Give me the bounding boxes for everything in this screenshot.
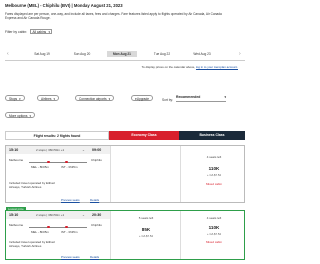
stop-2-label: IST - 3h35m xyxy=(61,230,78,234)
sort-label: Sort by: xyxy=(162,98,173,102)
route-line xyxy=(29,227,87,228)
eupgrade-label: eUpgrade xyxy=(135,97,149,101)
business-fare-cell[interactable]: 4 seats left 110K + CA $7.54 Mixed cabin xyxy=(180,146,247,202)
flight-results-header: Flight results: 2 flights found xyxy=(5,131,109,140)
route-diagram: Melbourne Chiphilu MEL - 8h05m IST - 3h3… xyxy=(9,158,107,170)
preview-seats-link[interactable]: Preview seats xyxy=(61,198,80,202)
departure-time: 15:10 xyxy=(9,213,19,217)
chevron-down-icon: ▾ xyxy=(108,97,111,101)
economy-price: 85K xyxy=(141,227,151,232)
next-dates-icon[interactable]: › xyxy=(239,51,241,57)
eupgrade-chip[interactable]: eUpgrade xyxy=(131,95,153,101)
seats-left: 4 seats left xyxy=(206,155,222,159)
details-link[interactable]: Details xyxy=(90,255,99,259)
business-class-header[interactable]: Business Class xyxy=(179,131,245,140)
sort-select[interactable]: Recommended ▾ xyxy=(176,94,226,102)
chevron-down-icon: ▾ xyxy=(224,95,226,99)
cabin-filter-select[interactable]: All cabins ▾ xyxy=(30,29,52,34)
prev-dates-icon[interactable]: ‹ xyxy=(7,51,9,57)
airlines-filter-label: Airlines xyxy=(41,97,52,101)
stops-duration: 2 stops | 36hr50m +1 xyxy=(36,213,65,218)
origin-city: Melbourne xyxy=(9,158,24,162)
economy-fare-cell[interactable]: 5 seats left 85K + CA $7.54 xyxy=(110,211,181,259)
date-tab-3[interactable]: Tue Aug 22 xyxy=(147,51,177,57)
connection-airports-label: Connection airports xyxy=(79,97,107,101)
date-strip: ‹ Sat Aug 19 Sun Aug 20 Mon Aug 21 Tue A… xyxy=(5,49,245,61)
destination-city: Chiphilu xyxy=(91,158,102,162)
route-diagram: Melbourne Chiphilu MEL - 8h05m IST - 3h3… xyxy=(9,223,107,235)
economy-fare-cell xyxy=(110,146,181,202)
connection-airports-chip[interactable]: Connection airports ▾ xyxy=(75,95,115,101)
chevron-down-icon: ▾ xyxy=(29,114,31,118)
flight-card: Lowest price 15:10 2 stops | 36hr50m +1 … xyxy=(5,207,247,260)
date-tab-0[interactable]: Sat Aug 19 xyxy=(27,51,57,57)
sort-value: Recommended xyxy=(176,95,201,99)
operated-by-note: Included travel operated by Etihad Airwa… xyxy=(9,181,55,189)
chevron-down-icon: ▾ xyxy=(53,97,55,101)
operated-by-note: Included travel operated by Etihad Airwa… xyxy=(9,240,55,248)
chevron-down-icon: ▾ xyxy=(48,30,50,34)
stop-dot xyxy=(65,160,68,164)
economy-tax: + CA $7.54 xyxy=(139,234,153,238)
flight-info: 15:10 2 stops | 36hr50m +1 ⌄ 20:30 Melbo… xyxy=(6,211,110,259)
stop-1-label: MEL - 8h05m xyxy=(31,230,49,234)
flight-summary-bar[interactable]: 15:10 2 stops | 36hr50m +1 ⌄ 20:30 xyxy=(6,211,110,219)
date-tab-4[interactable]: Wed Aug 23 xyxy=(187,51,217,57)
economy-class-header[interactable]: Economy Class xyxy=(109,131,179,140)
chevron-down-icon: ▾ xyxy=(19,97,21,101)
chevron-down-icon[interactable]: ⌄ xyxy=(82,213,85,217)
stop-dot xyxy=(65,225,68,229)
flight-summary-bar[interactable]: 15:10 2 stops | 36hr50m +1 ⌄ 09:00 xyxy=(6,146,110,154)
business-price: 110K xyxy=(208,225,220,230)
chevron-down-icon[interactable]: ⌄ xyxy=(82,148,85,152)
stops-filter-label: Stops xyxy=(9,97,18,101)
stop-2-label: IST - 3h35m xyxy=(61,165,78,169)
cabin-filter-value: All cabins xyxy=(32,30,47,34)
business-tax: + CA $7.54 xyxy=(207,232,221,236)
airlines-filter-chip[interactable]: Airlines ▾ xyxy=(37,95,59,101)
business-fare-cell[interactable]: 4 seats left 110K + CA $7.54 Mixed cabin xyxy=(180,211,247,259)
details-link[interactable]: Details xyxy=(90,198,99,202)
arrival-time: 20:30 xyxy=(92,213,102,217)
seats-left: 4 seats left xyxy=(206,216,222,220)
destination-city: Chiphilu xyxy=(91,223,102,227)
arrival-time: 09:00 xyxy=(92,148,102,152)
business-tax: + CA $7.54 xyxy=(207,173,221,177)
stop-dot xyxy=(47,225,50,229)
cabin-filter-label: Filter by cabin: xyxy=(5,30,28,34)
calendar-note: To display prices on the calendar above,… xyxy=(120,65,238,69)
more-options-chip[interactable]: More options ▾ xyxy=(5,112,35,118)
aeroplan-login-link[interactable]: log in to your Aeroplan account. xyxy=(196,65,238,69)
preview-seats-link[interactable]: Preview seats xyxy=(61,255,80,259)
calendar-note-text: To display prices on the calendar above, xyxy=(141,65,196,69)
departure-time: 15:10 xyxy=(9,148,19,152)
stops-duration: 2 stops | 36hr50m +1 xyxy=(36,148,65,153)
origin-city: Melbourne xyxy=(9,223,24,227)
date-tab-1[interactable]: Sun Aug 20 xyxy=(67,51,97,57)
fare-note: Fares displayed are per person, one-way,… xyxy=(5,12,222,21)
mixed-cabin-label: Mixed cabin xyxy=(205,240,222,244)
stop-1-label: MEL - 8h05m xyxy=(31,165,49,169)
stops-filter-chip[interactable]: Stops ▾ xyxy=(5,95,25,101)
business-price: 110K xyxy=(208,166,220,171)
route-line xyxy=(29,162,87,163)
seats-left: 5 seats left xyxy=(138,216,154,220)
flight-info: 15:10 2 stops | 36hr50m +1 ⌄ 09:00 Melbo… xyxy=(6,146,110,202)
date-tab-2[interactable]: Mon Aug 21 xyxy=(107,51,137,57)
more-options-label: More options xyxy=(9,114,28,118)
mixed-cabin-label: Mixed cabin xyxy=(205,182,222,186)
flight-card: 15:10 2 stops | 36hr50m +1 ⌄ 09:00 Melbo… xyxy=(5,145,245,203)
stop-dot xyxy=(47,160,50,164)
page-title: Melbourne (MEL) - Chiphilu (BVI) | Monda… xyxy=(5,3,123,8)
